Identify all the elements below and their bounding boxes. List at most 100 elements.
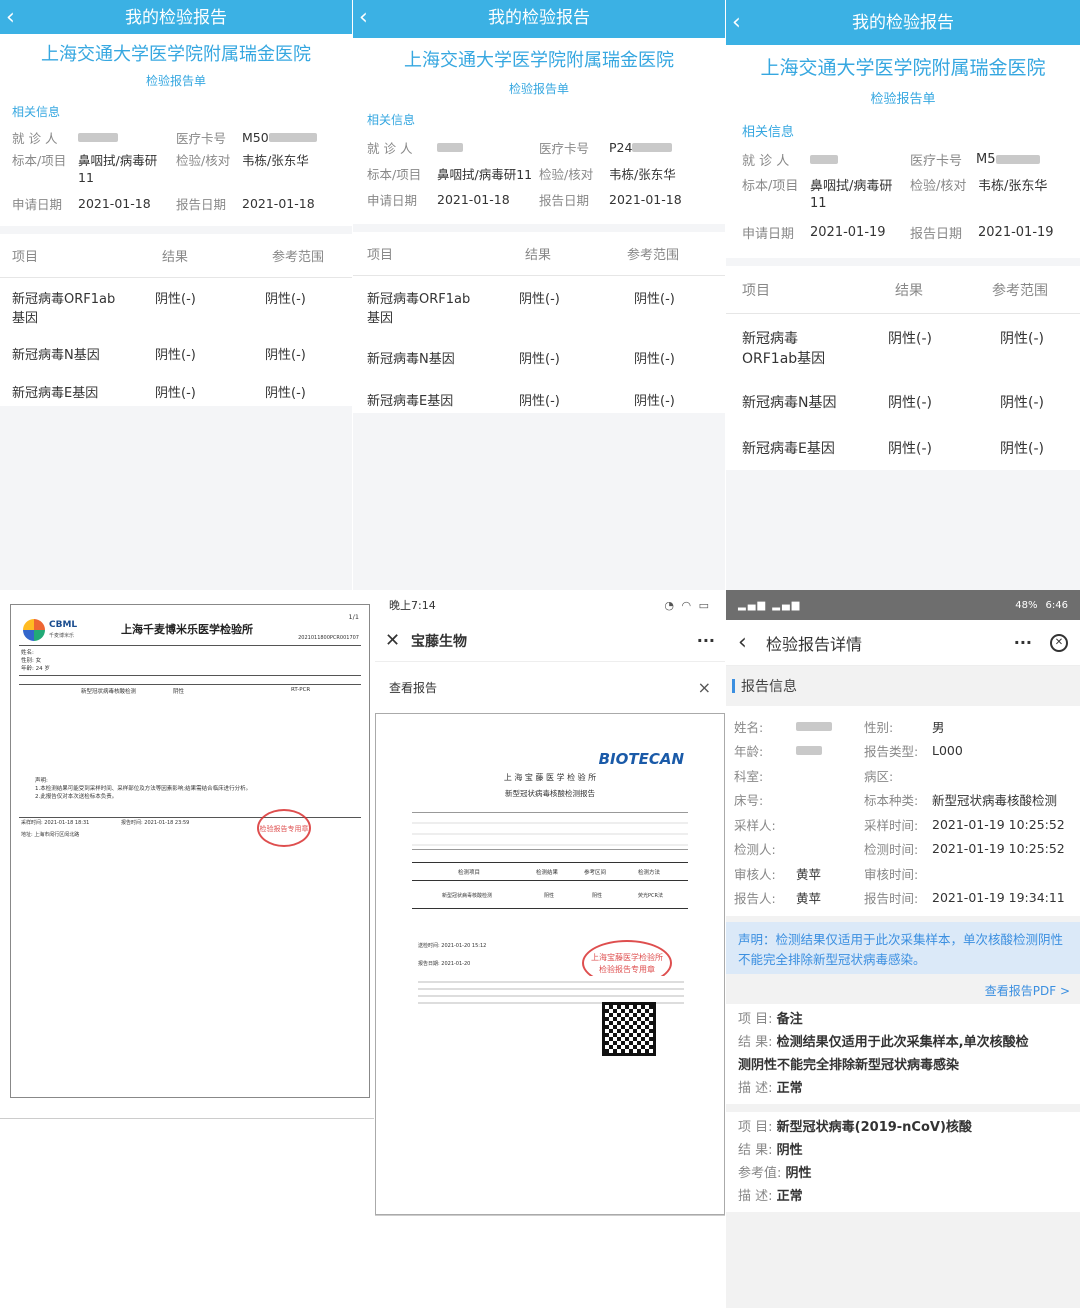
apply-date-value: 2021-01-19	[810, 224, 886, 240]
col-result: 检测结果	[536, 870, 559, 876]
chevron-left-icon[interactable]: ‹	[732, 0, 741, 45]
info-name: 姓名:	[21, 650, 34, 656]
field-value: L000	[932, 743, 963, 759]
col-method: 检测方法	[638, 870, 661, 876]
info-field: 审核时间:	[864, 861, 1072, 886]
close-circle-icon[interactable]: ✕	[1050, 633, 1068, 652]
qr-code[interactable]	[602, 1002, 656, 1056]
item-value: 新型冠状病毒(2019-nCoV)核酸	[776, 1120, 972, 1135]
patient-name-redacted	[437, 142, 463, 152]
ref-cell: 阴性(-)	[634, 394, 675, 409]
ref-cell: 阴性(-)	[1000, 331, 1044, 347]
statement-2: 2.此报告仅对本次送检标本负责。	[35, 794, 118, 800]
report-date-label: 报告日期	[176, 196, 227, 212]
page-title: 我的检验报告	[125, 8, 227, 28]
report-date: 报告日期: 2021-01-20	[418, 961, 471, 967]
item-text: 新冠病毒	[742, 331, 798, 347]
info-field: 病区:	[864, 763, 1072, 788]
stamp-text: 上海宝藤医学检验所	[591, 953, 663, 962]
section-title: 报告信息	[741, 679, 797, 695]
signal-wifi-battery-icon: ◔ ◠ ▭	[664, 598, 711, 612]
chevron-left-icon[interactable]: ‹	[738, 630, 766, 655]
check-value: 韦栋/张东华	[609, 166, 676, 182]
report-paper: CBML 千麦博米乐 上海千麦博米乐医学检验所 1/1 2021011800PC…	[10, 604, 370, 1098]
row-result: 阴性	[544, 893, 555, 899]
specimen-value: 鼻咽拭/病毒研11	[437, 166, 533, 182]
card-no-value: P24	[609, 139, 633, 155]
report-date-value: 2021-01-18	[609, 191, 682, 207]
info-field: 标本种类: 新型冠状病毒核酸检测	[864, 788, 1072, 813]
close-icon[interactable]: ✕	[385, 630, 411, 651]
table-header-band	[19, 675, 361, 685]
ref-cell: 阴性(-)	[634, 352, 675, 367]
info-field: 采样人:	[734, 812, 864, 837]
apply-date-label: 申请日期	[12, 196, 63, 212]
table-row: 新冠病毒E基因 阴性(-) 阴性(-)	[353, 380, 725, 422]
item-text: 新冠病毒ORF1ab	[12, 292, 116, 307]
chevron-left-icon[interactable]: ‹	[359, 0, 368, 36]
info-field: 检测人:	[734, 837, 864, 862]
field-label: 审核人:	[734, 866, 776, 882]
divider	[412, 908, 688, 909]
item-cell: 新冠病毒N基因	[367, 352, 455, 367]
specimen-label: 标本/项目	[742, 178, 799, 194]
patient-name-redacted	[810, 154, 838, 164]
report-title: 新型冠状病毒核酸检测报告	[505, 789, 595, 798]
result-cell: 阴性(-)	[155, 386, 196, 401]
result-cell: 阴性(-)	[155, 348, 196, 363]
field-value: 黄苹	[796, 866, 822, 882]
item-cell: 新冠病毒N基因	[742, 395, 837, 411]
mini-app-title: 宝藤生物	[411, 633, 467, 650]
info-field: 科室:	[734, 763, 864, 788]
result-cell: 阴性(-)	[155, 292, 196, 307]
desc-value: 正常	[776, 1081, 803, 1096]
info-right-column: 性别: 男报告类型: L000 病区: 标本种类: 新型冠状病毒核酸检测 采样时间: 2021…	[864, 714, 1072, 916]
desc-label: 描 述:	[738, 1189, 773, 1204]
statement-title: 声明:	[35, 778, 48, 784]
ref-label: 参考值:	[738, 1166, 782, 1181]
disclaimer-notice: 声明：检测结果仅适用于此次采集样本，单次核酸检测阴性不能完全排除新型冠状病毒感染…	[726, 922, 1080, 974]
result-label: 结 果:	[738, 1035, 773, 1050]
report-date-value: 2021-01-18	[242, 195, 315, 211]
specimen-value-2: 11	[78, 170, 94, 185]
info-field: 姓名:	[734, 714, 864, 739]
card-no-value: M5	[976, 151, 996, 167]
hospital-name: 上海交通大学医学院附属瑞金医院	[760, 57, 1046, 79]
lab-name: 上海千麦博米乐医学检验所	[121, 623, 253, 636]
field-label: 科室:	[734, 768, 764, 784]
card-no-label: 医疗卡号	[910, 153, 963, 169]
table-row: 新冠病毒E基因 阴性(-) 阴性(-)	[726, 426, 1080, 472]
field-label: 姓名:	[734, 719, 764, 735]
info-field: 报告时间: 2021-01-19 19:34:11	[864, 886, 1072, 911]
result-label: 结 果:	[738, 1143, 773, 1158]
cbml-logo-icon	[23, 619, 45, 641]
chevron-left-icon[interactable]: ‹	[6, 0, 15, 36]
ref-cell: 阴性(-)	[634, 292, 675, 307]
result-item-card: 项 目: 备注 结 果: 检测结果仅适用于此次采集样本,单次核酸检 测阴性不能完…	[726, 1004, 1080, 1104]
app-header: ‹ 我的检验报告	[0, 0, 352, 34]
paper-report-cbml: CBML 千麦博米乐 上海千麦博米乐医学检验所 1/1 2021011800PC…	[0, 590, 374, 1308]
field-label: 审核时间:	[864, 866, 919, 882]
info-age: 年龄: 24 岁	[21, 666, 50, 672]
info-field: 年龄:	[734, 739, 864, 764]
doc-type: 检验报告单	[145, 74, 206, 88]
field-label: 采样人:	[734, 817, 776, 833]
col-ref: 参考范围	[627, 248, 680, 263]
field-label: 报告人:	[734, 891, 776, 907]
specimen-value: 鼻咽拭/病毒研	[78, 152, 158, 168]
card-no-value: M50	[242, 129, 269, 145]
patient-label: 就 诊 人	[12, 130, 58, 146]
check-value: 韦栋/张东华	[978, 178, 1048, 194]
apply-date-value: 2021-01-18	[437, 191, 510, 207]
check-label: 检验/核对	[910, 178, 967, 194]
more-icon[interactable]: ···	[697, 631, 715, 650]
divider	[19, 645, 361, 646]
item-cell: 新冠病毒E基因	[367, 394, 454, 409]
hospital-name: 上海交通大学医学院附属瑞金医院	[404, 50, 674, 71]
ref-cell: 阴性(-)	[265, 386, 306, 401]
more-icon[interactable]: ···	[1014, 633, 1032, 652]
view-pdf-link[interactable]: 查看报告PDF >	[726, 974, 1080, 1004]
card-no-redacted	[268, 132, 317, 142]
dismiss-icon[interactable]: ×	[698, 678, 711, 697]
col-item: 项目	[12, 250, 39, 265]
